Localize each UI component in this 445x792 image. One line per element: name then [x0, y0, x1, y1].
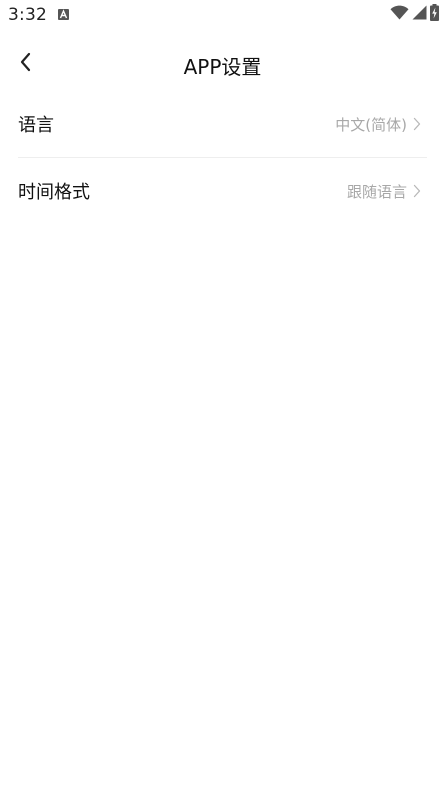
app-notification-icon: [58, 9, 69, 20]
nav-bar: APP设置: [0, 40, 445, 88]
setting-row-time-format[interactable]: 时间格式 跟随语言: [18, 158, 427, 224]
setting-label-language: 语言: [18, 115, 54, 136]
page-title: APP设置: [183, 55, 262, 79]
chevron-right-icon: [413, 184, 421, 198]
signal-icon: [412, 5, 427, 24]
status-time: 3:32: [8, 5, 47, 25]
wifi-icon: [390, 5, 409, 24]
status-bar: 3:32: [0, 0, 445, 30]
setting-value-group: 跟随语言: [347, 158, 421, 224]
setting-value-time-format: 跟随语言: [346, 182, 407, 201]
setting-value-language: 中文(简体): [335, 115, 407, 134]
settings-list: 语言 中文(简体) 时间格式 跟随语言: [18, 91, 427, 224]
chevron-right-icon: [413, 117, 421, 131]
setting-value-group: 中文(简体): [335, 91, 421, 157]
status-icons: [390, 4, 439, 25]
setting-row-language[interactable]: 语言 中文(简体): [18, 91, 427, 158]
setting-label-time-format: 时间格式: [18, 182, 90, 203]
battery-charging-icon: [430, 4, 439, 25]
